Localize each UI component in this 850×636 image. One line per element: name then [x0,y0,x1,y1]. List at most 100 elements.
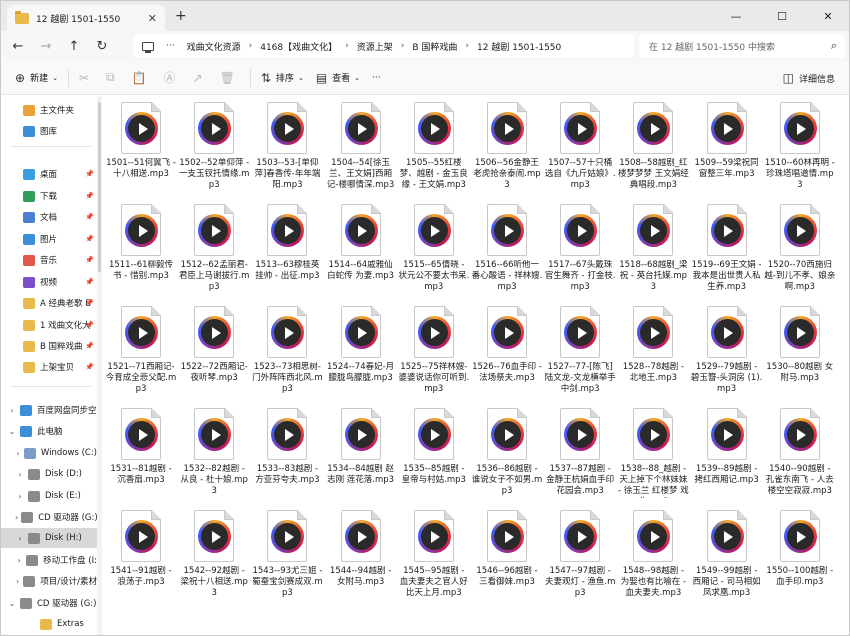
file-item[interactable]: 1527--77-[陈飞]陆文龙-文龙横举手中剑.mp3 [544,300,616,402]
sidebar-item[interactable]: B 国粹戏曲 📌 [1,336,97,356]
file-item[interactable]: 1530--80越剧 女附马.mp3 [764,300,836,402]
file-item[interactable]: 1544--94越剧 - 女附马.mp3 [325,504,397,606]
breadcrumb-separator[interactable]: › [401,41,405,51]
refresh-button[interactable]: ↻ [91,35,113,57]
expand-chevron-icon[interactable]: › [7,406,17,415]
file-item[interactable]: 1541--91越剧 - 浪荡子.mp3 [105,504,177,606]
close-tab-icon[interactable]: ✕ [148,12,157,25]
sidebar-item[interactable]: 桌面 📌 [1,164,97,184]
file-item[interactable]: 1548--98越剧 - 为娶也有比喻在 - 血夫妻夫.mp3 [617,504,689,606]
file-item[interactable]: 1522--72西厢记-夜听琴.mp3 [178,300,250,402]
copy-button[interactable]: ⧉ [100,65,126,91]
file-item[interactable]: 1516--66听他一番心酸语 - 祥林嫂.mp3 [471,198,543,300]
sidebar-item[interactable]: 文档 📌 [1,207,97,227]
sidebar-item[interactable]: 音乐 📌 [1,250,97,270]
file-item[interactable]: 1514--64戚雅仙白蛇传 为妻.mp3 [325,198,397,300]
file-item[interactable]: 1501--51何冀飞 - 十八相送.mp3 [105,96,177,198]
file-item[interactable]: 1537--87越剧 - 金静王杭娟血手印花园会.mp3 [544,402,616,504]
file-item[interactable]: 1528--78越剧 - 北地王.mp3 [617,300,689,402]
sidebar-item[interactable]: › CD 驱动器 (G:) [1,507,97,527]
file-item[interactable]: 1507--57十只桶选自《九斤姑娘》.mp3 [544,96,616,198]
file-item[interactable]: 1546--96越剧 - 三看御妹.mp3 [471,504,543,606]
sidebar-item[interactable]: › Disk (E:) [1,486,97,506]
file-item[interactable]: 1540--90越剧 - 孔雀东南飞 - 人去楼空空寂寂.mp3 [764,402,836,504]
sidebar-item[interactable]: › 百度网盘同步空 [1,400,97,420]
file-item[interactable]: 1534--84越剧 赵志刚 莲花落.mp3 [325,402,397,504]
new-button[interactable]: ⊕ 新建 ⌄ [9,65,64,91]
sidebar-item[interactable]: A 经典老歌 E 📌 [1,293,97,313]
file-item[interactable]: 1517--67头戴珠官生舞齐 - 打金枝.mp3 [544,198,616,300]
new-tab-button[interactable]: + [175,8,187,24]
view-button[interactable]: ▤ 查看 ⌄ [310,65,366,91]
sidebar-item[interactable]: › Disk (D:) [1,464,97,484]
search-input[interactable]: 在 12 越剧 1501-1550 中搜索 ⌕ [639,34,845,58]
sidebar-item[interactable]: › 移动工作盘 (I: [1,550,97,570]
breadcrumb-separator[interactable]: › [249,41,253,51]
file-item[interactable]: 1505--55红楼梦、越剧 - 金玉良缘 - 王文娟.mp3 [398,96,470,198]
file-item[interactable]: 1529--79越剧 - 碧玉簪-头洞房 (1).mp3 [691,300,763,402]
maximize-button[interactable]: ☐ [759,1,805,31]
file-item[interactable]: 1526--76血手印 - 法场祭夫.mp3 [471,300,543,402]
file-item[interactable]: 1538--88_越剧 - 天上掉下个林妹妹 - 徐玉兰 红楼梦 戏曲.mp3 [617,402,689,504]
sidebar-item[interactable]: 图库 [1,121,97,141]
sidebar-item[interactable]: ⌄ 此电脑 [1,421,97,441]
sidebar-item[interactable]: Extras [1,614,97,634]
expand-chevron-icon[interactable]: ⌄ [7,599,17,608]
file-item[interactable]: 1535--85越剧 - 皇帝与村姑.mp3 [398,402,470,504]
file-item[interactable]: 1506--56金静王老虎抢亲泰闹.mp3 [471,96,543,198]
address-bar[interactable]: ··· 戏曲文化资源 › 4168【戏曲文化】 › 资源上架 › B 国粹戏曲 … [134,34,634,58]
sidebar-item[interactable]: 1 戏曲文化大 📌 [1,315,97,335]
file-item[interactable]: 1502--52单仰萍 - 一支玉钗托情缘.mp3 [178,96,250,198]
file-item[interactable]: 1550--100越剧 - 血手印.mp3 [764,504,836,606]
file-item[interactable]: 1539--89越剧 - 拷红西厢记.mp3 [691,402,763,504]
more-button[interactable]: ··· [366,65,387,91]
file-item[interactable]: 1524--74春妃-月朦胧鸟朦胧.mp3 [325,300,397,402]
tab-current[interactable]: 12 越剧 1501-1550 ✕ [7,5,165,31]
file-item[interactable]: 1511--61柳毅传书 - 惜别.mp3 [105,198,177,300]
rename-button[interactable]: Ⓐ [158,65,187,91]
expand-chevron-icon[interactable]: ⌄ [7,427,17,436]
sidebar-item[interactable]: ⌄ CD 驱动器 (G:) [1,593,97,613]
expand-chevron-icon[interactable]: › [15,513,18,522]
file-item[interactable]: 1519--69王文娟 - 我本是出世贵人私生养.mp3 [691,198,763,300]
file-item[interactable]: 1523--73相思树-门外阵阵西北风.mp3 [251,300,323,402]
expand-chevron-icon[interactable]: › [15,556,23,565]
file-item[interactable]: 1512--62孟丽君-君臣上马谢拔行.mp3 [178,198,250,300]
breadcrumb-separator[interactable]: › [465,41,469,51]
expand-chevron-icon[interactable]: › [15,492,25,501]
cut-button[interactable]: ✂ [73,65,100,91]
close-window-button[interactable]: ✕ [805,1,849,31]
scrollbar-thumb[interactable] [98,102,101,272]
expand-chevron-icon[interactable]: › [15,470,25,479]
file-item[interactable]: 1508--58越剧_红楼梦梦梦 王文娟经典唱段.mp3 [617,96,689,198]
file-item[interactable]: 1525--75祥林嫂-婆婆说话你可听到.mp3 [398,300,470,402]
file-item[interactable]: 1531--81越剧 - 沉香扇.mp3 [105,402,177,504]
breadcrumb-item[interactable]: B 国粹戏曲 [412,40,457,53]
file-item[interactable]: 1545--95越剧 - 血夫妻夫之官人好比天上月.mp3 [398,504,470,606]
file-item[interactable]: 1536--86越剧 - 谁说女子不如男.mp3 [471,402,543,504]
breadcrumb-item[interactable]: 戏曲文化资源 [187,40,241,53]
minimize-button[interactable]: — [713,1,759,31]
back-button[interactable]: ← [7,35,29,57]
file-item[interactable]: 1518--68越剧_梁祝 - 英台托媒.mp3 [617,198,689,300]
breadcrumb-separator[interactable]: › [345,41,349,51]
sidebar-item[interactable]: › Disk (H:) [1,528,97,548]
expand-chevron-icon[interactable]: › [15,449,21,458]
file-item[interactable]: 1533--83越剧 - 方亚芬夸夫.mp3 [251,402,323,504]
file-item[interactable]: 1503--53-[单仰萍]春香传-年年端阳.mp3 [251,96,323,198]
forward-button[interactable]: → [35,35,57,57]
expand-chevron-icon[interactable]: › [15,577,20,586]
file-item[interactable]: 1532--82越剧 - 从良 - 杜十娘.mp3 [178,402,250,504]
expand-chevron-icon[interactable]: › [15,534,25,543]
sidebar-item[interactable]: › 项目/设计/素材 [1,571,97,591]
file-item[interactable]: 1513--63穆桂英挂帅 - 出征.mp3 [251,198,323,300]
sidebar-item[interactable]: 视频 📌 [1,272,97,292]
sidebar-item[interactable]: 上架宝贝 📌 [1,357,97,377]
file-item[interactable]: 1509--59梁祝同窗整三年.mp3 [691,96,763,198]
file-item[interactable]: 1542--92越剧 - 梁祝十八相送.mp3 [178,504,250,606]
breadcrumb-item[interactable]: 12 越剧 1501-1550 [477,40,561,53]
file-item[interactable]: 1543--93尤三姐 - 蜀蚕宝剑赛成双.mp3 [251,504,323,606]
details-button[interactable]: ◫ 详细信息 [777,65,841,91]
file-item[interactable]: 1504--54[徐玉兰、王文娟]西厢记-楼哪情深.mp3 [325,96,397,198]
file-item[interactable]: 1515--65倩晓 - 状元公不要太书呆.mp3 [398,198,470,300]
